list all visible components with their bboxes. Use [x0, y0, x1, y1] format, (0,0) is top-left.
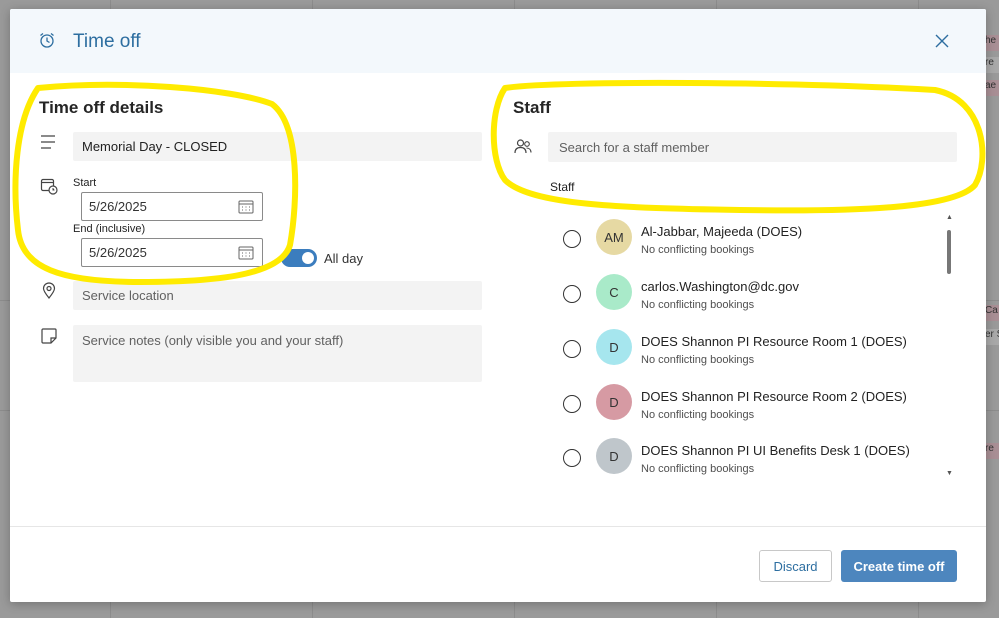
- staff-status: No conflicting bookings: [641, 244, 755, 256]
- staff-status: No conflicting bookings: [641, 354, 755, 366]
- service-notes-textarea[interactable]: Service notes (only visible you and your…: [73, 325, 482, 382]
- staff-list: AM Al-Jabbar, Majeeda (DOES) No conflict…: [550, 216, 960, 476]
- staff-status: No conflicting bookings: [641, 463, 755, 475]
- background-event-chip: ae: [985, 80, 999, 96]
- service-location-input[interactable]: Service location: [73, 281, 482, 310]
- calendar-icon[interactable]: [238, 199, 254, 215]
- note-icon: [41, 328, 57, 344]
- avatar: AM: [596, 219, 632, 255]
- background-event-chip: Ca: [985, 305, 999, 321]
- staff-name: DOES Shannon PI Resource Room 1 (DOES): [641, 334, 907, 349]
- list-item[interactable]: D DOES Shannon PI UI Benefits Desk 1 (DO…: [550, 437, 950, 476]
- avatar: D: [596, 438, 632, 474]
- end-label: End (inclusive): [73, 223, 146, 235]
- dialog-header: Time off: [10, 9, 986, 73]
- staff-radio[interactable]: [563, 340, 581, 358]
- people-icon: [514, 139, 532, 154]
- toggle-knob: [302, 252, 314, 264]
- background-event-chip: re: [985, 57, 999, 73]
- end-date-value: 5/26/2025: [89, 245, 147, 260]
- text-lines-icon: [41, 135, 55, 149]
- staff-heading: Staff: [513, 98, 551, 117]
- list-item[interactable]: D DOES Shannon PI Resource Room 2 (DOES)…: [550, 383, 950, 438]
- calendar-clock-icon: [40, 178, 58, 195]
- background-event-chip: he: [985, 35, 999, 51]
- time-off-details-heading: Time off details: [39, 98, 164, 117]
- start-date-input[interactable]: 5/26/2025: [81, 192, 263, 221]
- title-field[interactable]: Memorial Day - CLOSED: [73, 132, 482, 161]
- background-event-chip: er S: [985, 329, 999, 345]
- close-icon[interactable]: [932, 31, 952, 51]
- location-pin-icon: [42, 282, 56, 299]
- scroll-down-arrow-icon[interactable]: ▼: [946, 470, 953, 477]
- all-day-toggle[interactable]: [281, 249, 317, 267]
- create-time-off-button[interactable]: Create time off: [841, 550, 957, 582]
- staff-radio[interactable]: [563, 395, 581, 413]
- staff-radio[interactable]: [563, 449, 581, 467]
- all-day-label: All day: [324, 251, 364, 266]
- background-event-chip: re: [985, 443, 999, 459]
- alarm-clock-icon: [40, 32, 54, 48]
- staff-search-input[interactable]: Search for a staff member: [548, 132, 957, 162]
- scroll-thumb[interactable]: [947, 230, 951, 274]
- staff-name: DOES Shannon PI UI Benefits Desk 1 (DOES…: [641, 443, 910, 458]
- avatar: D: [596, 329, 632, 365]
- calendar-icon[interactable]: [238, 245, 254, 261]
- dialog-title: Time off: [73, 31, 141, 52]
- staff-list-scrollbar[interactable]: ▲ ▼: [945, 214, 953, 478]
- start-label: Start: [73, 177, 97, 189]
- list-item[interactable]: AM Al-Jabbar, Majeeda (DOES) No conflict…: [550, 218, 950, 273]
- footer-divider: [10, 526, 986, 527]
- staff-name: DOES Shannon PI Resource Room 2 (DOES): [641, 389, 907, 404]
- staff-name: Al-Jabbar, Majeeda (DOES): [641, 224, 803, 239]
- time-off-dialog: Time off Time off details Memorial Day -…: [10, 9, 986, 602]
- avatar: D: [596, 384, 632, 420]
- start-date-value: 5/26/2025: [89, 199, 147, 214]
- staff-radio[interactable]: [563, 230, 581, 248]
- staff-status: No conflicting bookings: [641, 299, 755, 311]
- list-item[interactable]: C carlos.Washington@dc.gov No conflictin…: [550, 273, 950, 328]
- list-item[interactable]: D DOES Shannon PI Resource Room 1 (DOES)…: [550, 328, 950, 383]
- staff-radio[interactable]: [563, 285, 581, 303]
- staff-status: No conflicting bookings: [641, 409, 755, 421]
- discard-button[interactable]: Discard: [759, 550, 832, 582]
- end-date-input[interactable]: 5/26/2025: [81, 238, 263, 267]
- scroll-up-arrow-icon[interactable]: ▲: [946, 214, 953, 221]
- avatar: C: [596, 274, 632, 310]
- staff-list-label: Staff: [550, 180, 575, 194]
- staff-name: carlos.Washington@dc.gov: [641, 279, 799, 294]
